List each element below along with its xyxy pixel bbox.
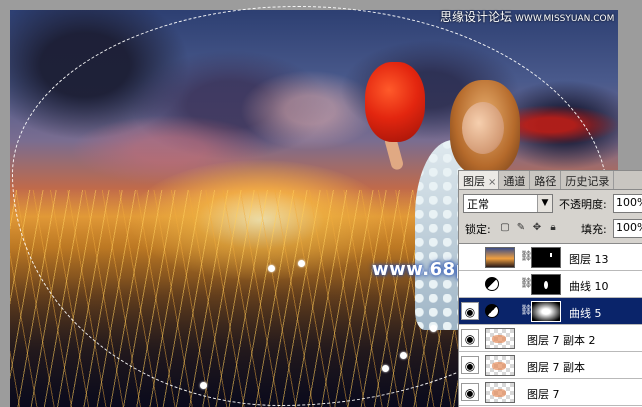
curves-adjustment-icon <box>485 277 499 291</box>
watermark-title: 思缘设计论坛 <box>440 10 513 24</box>
tab-history[interactable]: 历史记录 <box>561 171 615 189</box>
lock-pixels-icon[interactable]: ✎ <box>515 221 527 234</box>
watermark-missyuan: 思缘设计论坛 WWW.MISSYUAN.COM <box>440 8 614 25</box>
tab-channels[interactable]: 通道 <box>499 171 531 189</box>
daisy <box>430 325 437 332</box>
layer-name: 图层 13 <box>569 253 609 266</box>
girl-face <box>462 102 504 154</box>
blend-mode-value: 正常 <box>467 198 489 211</box>
layer-name: 曲线 5 <box>569 307 602 320</box>
layer-row-7-copy[interactable]: ◉ 图层 7 副本 <box>459 352 642 379</box>
layer-name: 图层 7 副本 2 <box>527 334 596 347</box>
watermark-url: WWW.MISSYUAN.COM <box>515 14 615 24</box>
opacity-input[interactable]: 100% <box>613 194 642 213</box>
layer-name: 图层 7 副本 <box>527 361 585 374</box>
layer-name: 曲线 10 <box>569 280 609 293</box>
blend-mode-select[interactable]: 正常 ▼ <box>463 194 553 213</box>
opacity-label: 不透明度: <box>559 198 607 211</box>
flower-bouquet <box>365 62 425 142</box>
layer-mask-thumbnail[interactable] <box>531 247 561 268</box>
layer-row-13[interactable]: ⛓︎ 图层 13 <box>459 244 642 271</box>
tab-label: 图层 <box>463 175 485 188</box>
layer-name: 图层 7 <box>527 388 560 401</box>
layer-row-7[interactable]: ◉ 图层 7 <box>459 379 642 406</box>
layer-thumbnail <box>485 247 515 268</box>
layers-panel: 图层× 通道 路径 历史记录 正常 ▼ 不透明度: 100% 锁定: ▢ ✎ ✥… <box>458 170 642 407</box>
visibility-toggle[interactable] <box>461 248 479 266</box>
daisy <box>200 382 207 389</box>
tab-label: 路径 <box>534 175 557 188</box>
lock-transparency-icon[interactable]: ▢ <box>499 221 511 234</box>
lock-label: 锁定: <box>465 223 491 236</box>
layer-mask-thumbnail[interactable] <box>531 274 561 295</box>
layer-thumbnail <box>485 328 515 349</box>
layer-thumbnail <box>485 355 515 376</box>
eye-icon[interactable]: ◉ <box>461 356 479 374</box>
daisy <box>382 365 389 372</box>
lock-icons: ▢ ✎ ✥ 🔒︎ <box>499 221 559 234</box>
eye-icon[interactable]: ◉ <box>461 302 479 320</box>
daisy <box>400 352 407 359</box>
fill-input[interactable]: 100% <box>613 219 642 238</box>
tab-layers[interactable]: 图层 × <box>459 171 500 189</box>
lock-all-icon[interactable]: 🔒︎ <box>547 221 559 234</box>
layer-row-curves-5[interactable]: ◉ ⛓︎ 曲线 5 <box>459 298 642 325</box>
layer-list: ⛓︎ 图层 13 ⛓︎ 曲线 10 ◉ ⛓︎ 曲线 5 ◉ 图层 7 副本 2 … <box>459 243 642 407</box>
eye-icon[interactable]: ◉ <box>461 383 479 401</box>
layer-thumbnail <box>485 382 515 403</box>
layer-row-curves-10[interactable]: ⛓︎ 曲线 10 <box>459 271 642 298</box>
layer-row-7-copy-2[interactable]: ◉ 图层 7 副本 2 <box>459 325 642 352</box>
blend-row: 正常 ▼ 不透明度: 100% <box>461 193 642 215</box>
chevron-down-icon[interactable]: ▼ <box>537 195 552 212</box>
tab-paths[interactable]: 路径 <box>530 171 562 189</box>
lock-position-icon[interactable]: ✥ <box>531 221 543 234</box>
tab-label: 通道 <box>503 175 526 188</box>
eye-icon[interactable]: ◉ <box>461 329 479 347</box>
layer-mask-thumbnail[interactable] <box>531 301 561 322</box>
panel-tabs: 图层 × 通道 路径 历史记录 <box>459 171 642 190</box>
daisy <box>298 260 305 267</box>
curves-adjustment-icon <box>485 304 499 318</box>
daisy <box>268 265 275 272</box>
close-icon[interactable]: × <box>488 177 496 188</box>
visibility-toggle[interactable] <box>461 275 479 293</box>
fill-label: 填充: <box>581 223 607 236</box>
lock-row: 锁定: ▢ ✎ ✥ 🔒︎ 填充: 100% <box>461 219 642 239</box>
tab-label: 历史记录 <box>565 175 610 188</box>
